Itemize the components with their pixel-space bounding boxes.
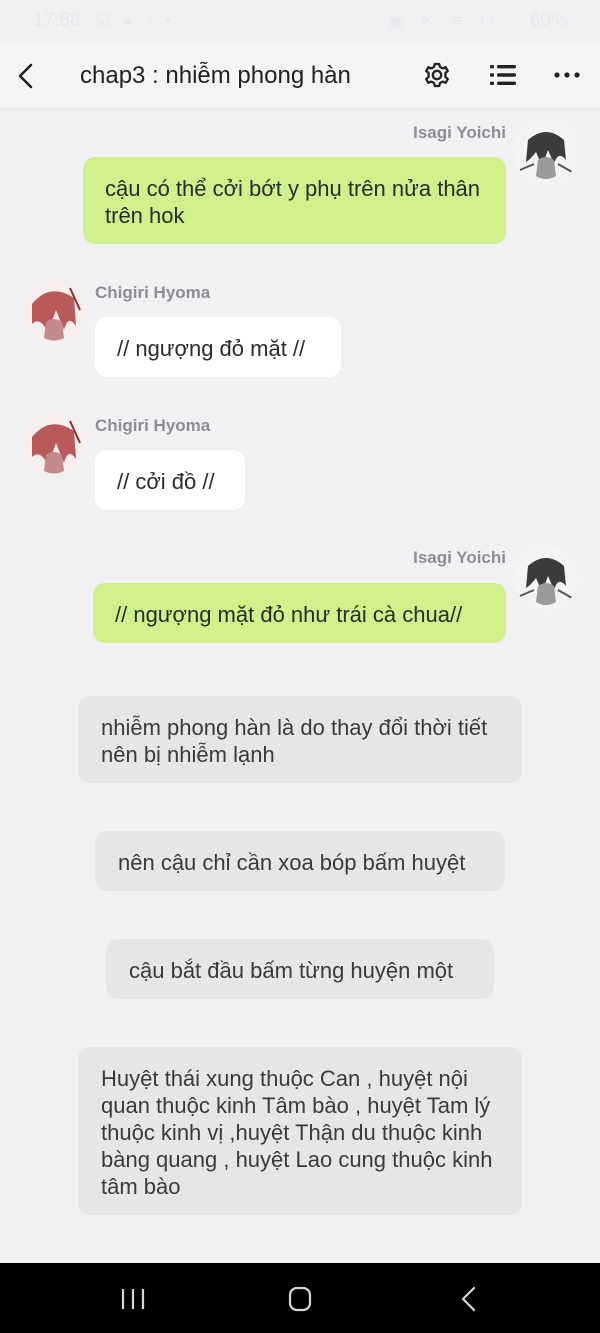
narration-bubble: nhiễm phong hàn là do thay đổi thời tiết…	[78, 696, 522, 783]
chapter-list-button[interactable]	[484, 56, 522, 94]
more-button[interactable]	[548, 56, 586, 94]
home-button[interactable]	[280, 1281, 320, 1317]
chevron-left-icon	[18, 63, 33, 89]
avatar[interactable]	[22, 413, 86, 477]
message-bubble: cậu có thể cởi bớt y phụ trên nửa thân t…	[83, 157, 506, 244]
page-title: chap3 : nhiễm phong hàn	[80, 62, 351, 89]
message-bubble: // ngượng đỏ mặt //	[95, 317, 341, 377]
message-bubble: // cởi đồ //	[95, 450, 245, 510]
narration-bubble: Huyệt thái xung thuộc Can , huyệt nội qu…	[78, 1047, 522, 1215]
narration-bubble: cậu bắt đầu bấm từng huyện một	[106, 939, 494, 999]
avatar-image	[514, 120, 578, 184]
avatar-image	[22, 280, 86, 344]
message-bubble: // ngượng mặt đỏ như trái cà chua//	[93, 583, 506, 643]
back-arrow-icon	[461, 1286, 476, 1312]
list-icon	[490, 65, 516, 85]
app-bar: chap3 : nhiễm phong hàn	[0, 44, 600, 108]
more-dots-icon	[554, 72, 580, 78]
avatar-image	[514, 546, 578, 610]
battery-level: 60%	[529, 10, 568, 31]
sender-name: Isagi Yoichi	[413, 548, 506, 567]
status-bar: 17:58 ☑ ● ♪ • ▣ ✕ ≋ ıl 60%	[0, 0, 600, 44]
recent-apps-button[interactable]	[113, 1281, 153, 1317]
sender-name: Isagi Yoichi	[413, 123, 506, 142]
gear-icon	[425, 62, 449, 88]
status-time: 17:58	[33, 10, 81, 31]
system-nav-bar	[0, 1263, 600, 1333]
nav-back-button[interactable]	[450, 1281, 490, 1317]
settings-button[interactable]	[418, 56, 456, 94]
system-icons: ▣ ✕ ≋ ıl	[388, 13, 500, 30]
avatar-image	[22, 413, 86, 477]
avatar[interactable]	[22, 280, 86, 344]
notification-icons: ☑ ● ♪ •	[96, 13, 175, 30]
sender-name: Chigiri Hyoma	[95, 283, 211, 302]
recent-apps-icon	[121, 1289, 145, 1309]
avatar[interactable]	[514, 120, 578, 184]
sender-name: Chigiri Hyoma	[95, 416, 211, 435]
home-icon	[288, 1286, 312, 1312]
back-button[interactable]	[10, 56, 50, 96]
narration-bubble: nên cậu chỉ cần xoa bóp bấm huyệt	[95, 831, 505, 891]
avatar[interactable]	[514, 546, 578, 610]
